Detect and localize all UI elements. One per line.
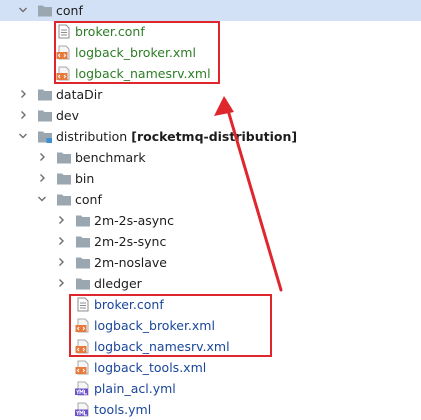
tree-item-label: 2m-2s-async — [94, 212, 174, 229]
tree-item-dev[interactable]: dev — [0, 105, 421, 126]
tree-item-2m-2s-async[interactable]: 2m-2s-async — [0, 210, 421, 231]
chevron-right-icon[interactable] — [37, 152, 47, 162]
tree-item-dledger[interactable]: dledger — [0, 273, 421, 294]
chevron-right-icon[interactable] — [56, 257, 66, 267]
folder-icon — [75, 234, 91, 249]
tree-item-name: dledger — [94, 276, 142, 291]
tree-item-broker-conf-dist[interactable]: broker.conf — [0, 294, 421, 315]
tree-item-name: plain_acl.yml — [94, 381, 176, 396]
folder-icon — [75, 213, 91, 228]
tree-item-label: logback_namesrv.xml — [94, 338, 230, 355]
folder-icon — [75, 276, 91, 291]
tree-item-broker-conf-top[interactable]: broker.conf — [0, 21, 421, 42]
folder-icon — [75, 255, 91, 270]
tree-item-label: broker.conf — [94, 296, 164, 313]
tree-item-name: logback_broker.xml — [75, 45, 196, 60]
xml-file-icon — [75, 318, 91, 333]
tree-item-name: bin — [75, 171, 95, 186]
tree-item-logback-namesrv-dist[interactable]: logback_namesrv.xml — [0, 336, 421, 357]
tree-item-label: conf — [75, 191, 102, 208]
tree-item-conf-top[interactable]: conf — [0, 0, 421, 21]
folder-icon — [56, 171, 72, 186]
chevron-right-icon[interactable] — [56, 215, 66, 225]
chevron-right-icon[interactable] — [56, 236, 66, 246]
tree-item-label: dev — [56, 107, 79, 124]
tree-item-label: 2m-noslave — [94, 254, 167, 271]
tree-item-name: distribution — [56, 129, 128, 144]
tree-item-name: 2m-2s-async — [94, 213, 174, 228]
tree-item-name: logback_tools.xml — [94, 360, 207, 375]
tree-item-logback-tools[interactable]: logback_tools.xml — [0, 357, 421, 378]
folder-icon — [56, 192, 72, 207]
tree-item-distribution[interactable]: distribution [rocketmq-distribution] — [0, 126, 421, 147]
xml-file-icon — [75, 360, 91, 375]
tree-item-label: benchmark — [75, 149, 146, 166]
text-file-icon — [56, 24, 72, 39]
tree-item-plain-acl[interactable]: plain_acl.yml — [0, 378, 421, 399]
tree-item-name: conf — [56, 3, 83, 18]
tree-item-label: bin — [75, 170, 94, 187]
text-file-icon — [75, 297, 91, 312]
chevron-right-icon[interactable] — [56, 278, 66, 288]
tree-item-benchmark[interactable]: benchmark — [0, 147, 421, 168]
module-name: [rocketmq-distribution] — [131, 129, 298, 144]
chevron-down-icon[interactable] — [37, 194, 47, 204]
tree-item-label: dataDir — [56, 86, 102, 103]
tree-item-label: distribution [rocketmq-distribution] — [56, 128, 297, 145]
tree-item-label: 2m-2s-sync — [94, 233, 166, 250]
tree-item-label: logback_broker.xml — [75, 44, 196, 61]
tree-item-name: logback_broker.xml — [94, 318, 215, 333]
tree-item-logback-broker-top[interactable]: logback_broker.xml — [0, 42, 421, 63]
tree-item-label: plain_acl.yml — [94, 380, 176, 397]
chevron-down-icon[interactable] — [18, 5, 28, 15]
tree-item-bin[interactable]: bin — [0, 168, 421, 189]
tree-item-name: tools.yml — [94, 402, 152, 417]
tree-item-logback-broker-dist[interactable]: logback_broker.xml — [0, 315, 421, 336]
tree-item-name: dev — [56, 108, 80, 123]
tree-item-name: broker.conf — [94, 297, 164, 312]
tree-item-2m-noslave[interactable]: 2m-noslave — [0, 252, 421, 273]
folder-icon — [56, 150, 72, 165]
folder-icon — [37, 87, 53, 102]
module-folder-icon — [37, 129, 53, 144]
xml-file-icon — [56, 66, 72, 81]
xml-file-icon — [56, 45, 72, 60]
tree-item-label: logback_broker.xml — [94, 317, 215, 334]
tree-item-label: broker.conf — [75, 23, 145, 40]
tree-item-conf-dist[interactable]: conf — [0, 189, 421, 210]
chevron-right-icon[interactable] — [18, 89, 28, 99]
folder-icon — [37, 108, 53, 123]
folder-icon — [37, 3, 53, 18]
tree-item-label: dledger — [94, 275, 142, 292]
tree-item-logback-namesrv-top[interactable]: logback_namesrv.xml — [0, 63, 421, 84]
tree-item-name: broker.conf — [75, 24, 145, 39]
tree-item-name: benchmark — [75, 150, 146, 165]
tree-item-name: logback_namesrv.xml — [75, 66, 211, 81]
xml-file-icon — [75, 339, 91, 354]
chevron-right-icon[interactable] — [18, 110, 28, 120]
tree-item-name: logback_namesrv.xml — [94, 339, 230, 354]
tree-item-name: dataDir — [56, 87, 103, 102]
yml-file-icon — [75, 381, 91, 396]
chevron-down-icon[interactable] — [18, 131, 28, 141]
tree-item-label: logback_namesrv.xml — [75, 65, 211, 82]
tree-item-label: tools.yml — [94, 401, 151, 418]
tree-item-name: 2m-2s-sync — [94, 234, 167, 249]
tree-item-datadir[interactable]: dataDir — [0, 84, 421, 105]
tree-item-label: conf — [56, 2, 83, 19]
tree-item-name: conf — [75, 192, 102, 207]
chevron-right-icon[interactable] — [37, 173, 47, 183]
yml-file-icon — [75, 402, 91, 417]
tree-item-2m-2s-sync[interactable]: 2m-2s-sync — [0, 231, 421, 252]
tree-item-name: 2m-noslave — [94, 255, 167, 270]
tree-item-tools-yml[interactable]: tools.yml — [0, 399, 421, 420]
tree-item-label: logback_tools.xml — [94, 359, 206, 376]
